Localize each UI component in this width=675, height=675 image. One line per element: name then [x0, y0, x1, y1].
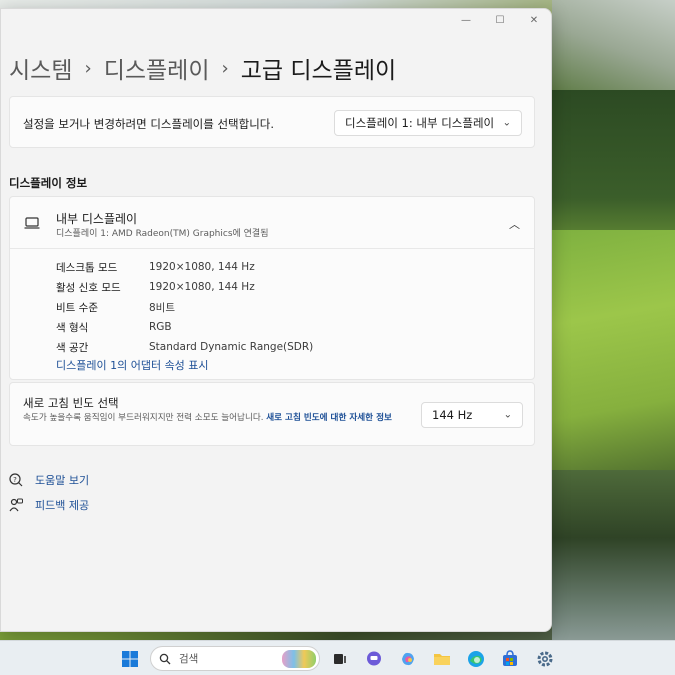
chat-icon[interactable]	[364, 649, 384, 669]
wallpaper-lake	[552, 470, 675, 640]
info-label: 활성 신호 모드	[56, 281, 121, 294]
refresh-rate-value: 144 Hz	[432, 408, 473, 422]
info-label: 비트 수준	[56, 301, 98, 314]
display-dropdown[interactable]: 디스플레이 1: 내부 디스플레이 ⌄	[334, 110, 522, 136]
display-select-card: 설정을 보거나 변경하려면 디스플레이를 선택합니다. 디스플레이 1: 내부 …	[9, 96, 535, 148]
refresh-rate-description: 속도가 높을수록 움직임이 부드러워지지만 전력 소모도 늘어납니다. 새로 고…	[23, 411, 408, 425]
edge-icon[interactable]	[466, 649, 486, 669]
info-value: 8비트	[149, 301, 176, 314]
wallpaper-meadow	[552, 230, 675, 480]
minimize-button[interactable]: —	[449, 9, 483, 31]
chevron-down-icon: ⌄	[502, 117, 511, 129]
display-select-prompt: 설정을 보거나 변경하려면 디스플레이를 선택합니다.	[23, 117, 275, 131]
info-row: 색 공간 Standard Dynamic Range(SDR)	[56, 337, 313, 357]
info-value: RGB	[149, 321, 172, 333]
help-link-label: 도움말 보기	[35, 474, 90, 487]
taskview-icon[interactable]	[330, 649, 350, 669]
display-name: 내부 디스플레이	[56, 212, 138, 226]
info-row: 비트 수준 8비트	[56, 297, 313, 317]
refresh-rate-title: 새로 고침 빈도 선택	[23, 396, 119, 410]
page-title: 고급 디스플레이	[240, 58, 397, 84]
chevron-down-icon: ⌄	[503, 409, 512, 421]
feedback-icon	[9, 498, 23, 512]
svg-text:?: ?	[13, 476, 17, 484]
store-icon[interactable]	[500, 649, 520, 669]
laptop-icon	[24, 217, 40, 229]
breadcrumb: 시스템 › 디스플레이 › 고급 디스플레이	[9, 51, 396, 85]
breadcrumb-separator: ›	[221, 57, 229, 79]
display-info-card: 내부 디스플레이 디스플레이 1: AMD Radeon(TM) Graphic…	[9, 196, 535, 380]
chevron-up-icon[interactable]: ︿	[509, 216, 520, 232]
windows-start-icon[interactable]	[120, 649, 140, 669]
breadcrumb-system[interactable]: 시스템	[9, 51, 72, 85]
search-placeholder: 검색	[179, 653, 199, 665]
feedback-link-label: 피드백 제공	[35, 499, 90, 512]
refresh-rate-card: 새로 고침 빈도 선택 속도가 높을수록 움직임이 부드러워지지만 전력 소모도…	[9, 382, 535, 446]
help-icon: ?	[9, 473, 23, 487]
info-value: 1920×1080, 144 Hz	[149, 281, 255, 293]
feedback-link[interactable]: 피드백 제공	[9, 497, 89, 513]
file-explorer-icon[interactable]	[432, 649, 452, 669]
maximize-button[interactable]: ☐	[483, 9, 517, 31]
taskbar-search[interactable]: 검색	[150, 646, 320, 671]
info-row: 데스크톱 모드 1920×1080, 144 Hz	[56, 257, 313, 277]
window-controls: — ☐ ✕	[449, 9, 551, 31]
info-row: 활성 신호 모드 1920×1080, 144 Hz	[56, 277, 313, 297]
breadcrumb-separator: ›	[84, 57, 92, 79]
info-label: 데스크톱 모드	[56, 261, 118, 274]
display-subtitle: 디스플레이 1: AMD Radeon(TM) Graphics에 연결됨	[56, 229, 269, 239]
settings-window: — ☐ ✕ 시스템 › 디스플레이 › 고급 디스플레이 설정을 보거나 변경하…	[0, 8, 552, 632]
close-button[interactable]: ✕	[517, 9, 551, 31]
refresh-rate-dropdown[interactable]: 144 Hz ⌄	[421, 402, 523, 428]
info-label: 색 형식	[56, 321, 89, 334]
display-dropdown-value: 디스플레이 1: 내부 디스플레이	[345, 116, 495, 130]
display-info-header[interactable]: 내부 디스플레이 디스플레이 1: AMD Radeon(TM) Graphic…	[10, 197, 534, 249]
info-value: 1920×1080, 144 Hz	[149, 261, 255, 273]
search-highlight-icon	[282, 650, 316, 668]
info-row: 색 형식 RGB	[56, 317, 313, 337]
refresh-rate-desc-text: 속도가 높을수록 움직임이 부드러워지지만 전력 소모도 늘어납니다.	[23, 413, 267, 423]
search-icon	[159, 653, 171, 664]
info-label: 색 공간	[56, 341, 89, 354]
settings-icon[interactable]	[535, 649, 555, 669]
section-title-display-info: 디스플레이 정보	[9, 176, 88, 190]
display-info-rows: 데스크톱 모드 1920×1080, 144 Hz 활성 신호 모드 1920×…	[56, 257, 313, 357]
info-value: Standard Dynamic Range(SDR)	[149, 341, 314, 353]
adapter-properties-link[interactable]: 디스플레이 1의 어댑터 속성 표시	[56, 357, 209, 373]
help-link[interactable]: ? 도움말 보기	[9, 472, 89, 488]
taskbar: 검색	[0, 640, 675, 675]
copilot-icon[interactable]	[398, 649, 418, 669]
refresh-rate-info-link[interactable]: 새로 고침 빈도에 대한 자세한 정보	[266, 413, 392, 423]
breadcrumb-display[interactable]: 디스플레이	[104, 51, 210, 85]
